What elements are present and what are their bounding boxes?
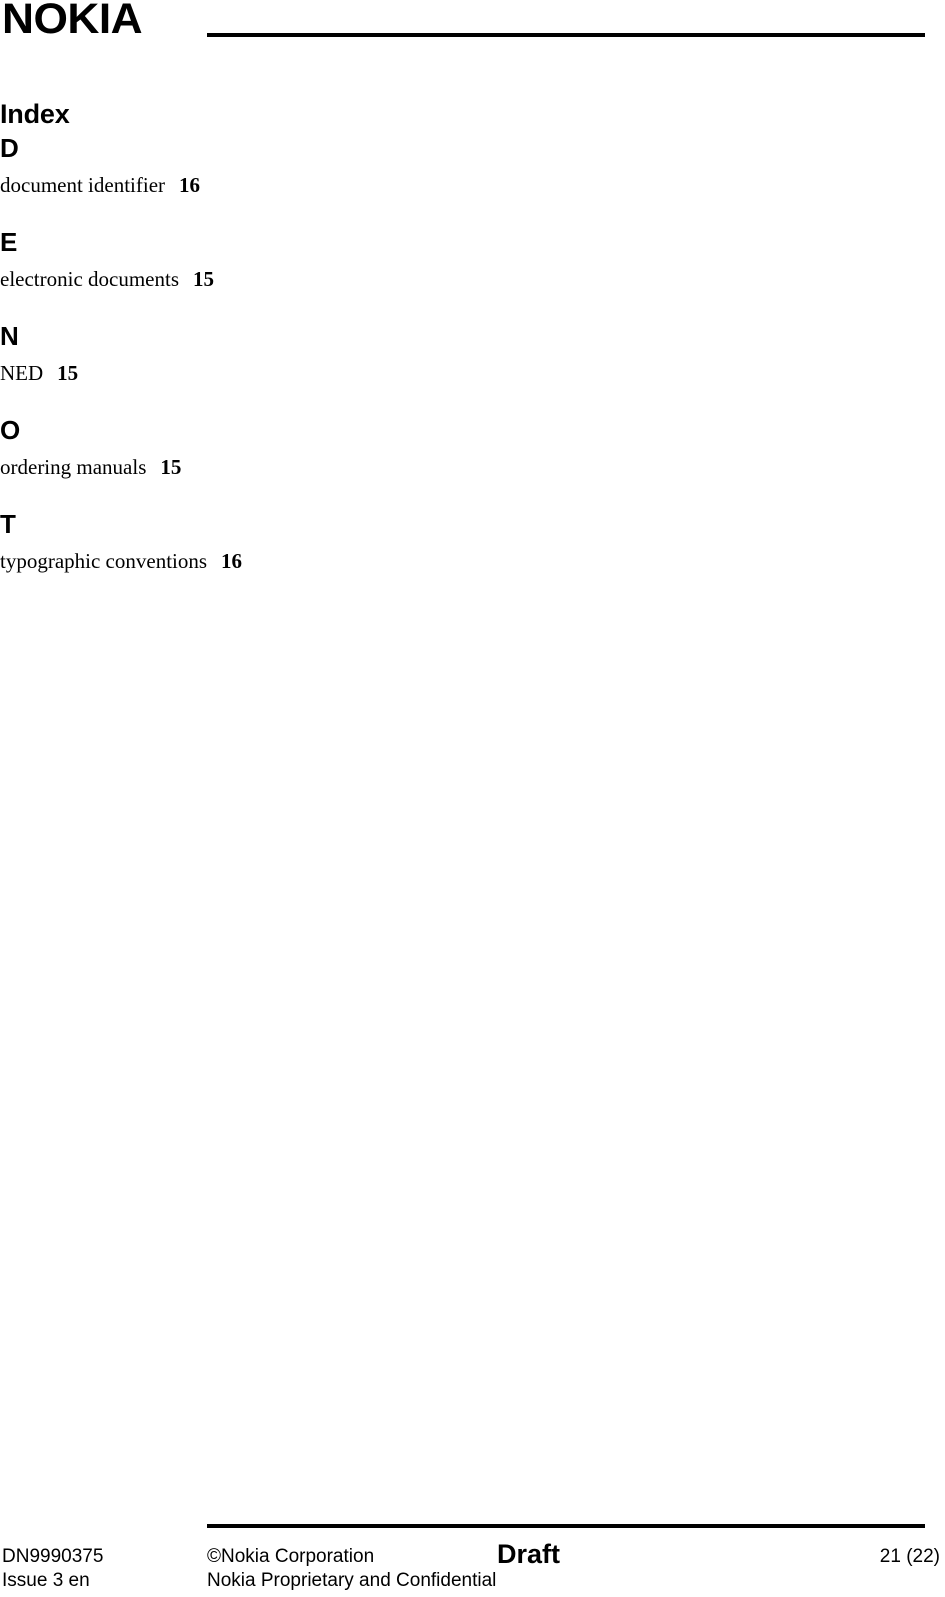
index-entry-page[interactable]: 16 <box>221 549 242 573</box>
footer-document-id: DN9990375 <box>2 1546 104 1567</box>
index-letter-group-t: T typographic conventions 16 <box>0 509 945 574</box>
index-letter-heading: T <box>0 509 16 539</box>
footer-page-number: 21 (22) <box>879 1546 940 1567</box>
index-entry-page[interactable]: 15 <box>160 455 181 479</box>
index-letter-heading: D <box>0 133 19 163</box>
footer-confidentiality: Nokia Proprietary and Confidential <box>207 1570 497 1591</box>
index-entry-page[interactable]: 15 <box>57 361 78 385</box>
footer-status-label: Draft <box>497 1539 561 1569</box>
index-entry-page[interactable]: 15 <box>193 267 214 291</box>
index-letter-heading: N <box>0 321 19 351</box>
footer-copyright-block: ©Nokia Corporation Nokia Proprietary and… <box>207 1545 496 1593</box>
index-entry: ordering manuals 15 <box>0 454 945 480</box>
index-entry: document identifier 16 <box>0 172 945 198</box>
index-entry-term: electronic documents <box>0 267 180 291</box>
index-entry-term: document identifier <box>0 173 166 197</box>
index-letter-group-n: N NED 15 <box>0 321 945 386</box>
footer-document-id-block: DN9990375 Issue 3 en <box>2 1545 103 1593</box>
index-entry-term: typographic conventions <box>0 549 208 573</box>
footer-copyright: ©Nokia Corporation <box>207 1546 375 1567</box>
index-letter-group-d: D document identifier 16 <box>0 133 945 198</box>
index-letter-group-o: O ordering manuals 15 <box>0 415 945 480</box>
index-entry: typographic conventions 16 <box>0 548 945 574</box>
footer-issue: Issue 3 en <box>2 1570 90 1591</box>
page-header: NOKIA <box>0 0 945 60</box>
index-letter-group-e: E electronic documents 15 <box>0 227 945 292</box>
nokia-logo: NOKIA <box>2 0 143 43</box>
page-title: Index <box>0 99 70 129</box>
document-page: NOKIA Index D document identifier 16 E el… <box>0 0 945 1597</box>
page-footer: DN9990375 Issue 3 en ©Nokia Corporation … <box>0 1524 945 1597</box>
index-entry-page[interactable]: 16 <box>179 173 200 197</box>
footer-rule <box>207 1524 925 1528</box>
header-rule <box>207 33 925 37</box>
index-letter-heading: E <box>0 227 18 257</box>
index-entry: NED 15 <box>0 360 945 386</box>
index-entry-term: NED <box>0 361 44 385</box>
index-content: Index D document identifier 16 E electron… <box>0 98 945 574</box>
index-entry-term: ordering manuals <box>0 455 147 479</box>
index-entry: electronic documents 15 <box>0 266 945 292</box>
index-letter-heading: O <box>0 415 21 445</box>
